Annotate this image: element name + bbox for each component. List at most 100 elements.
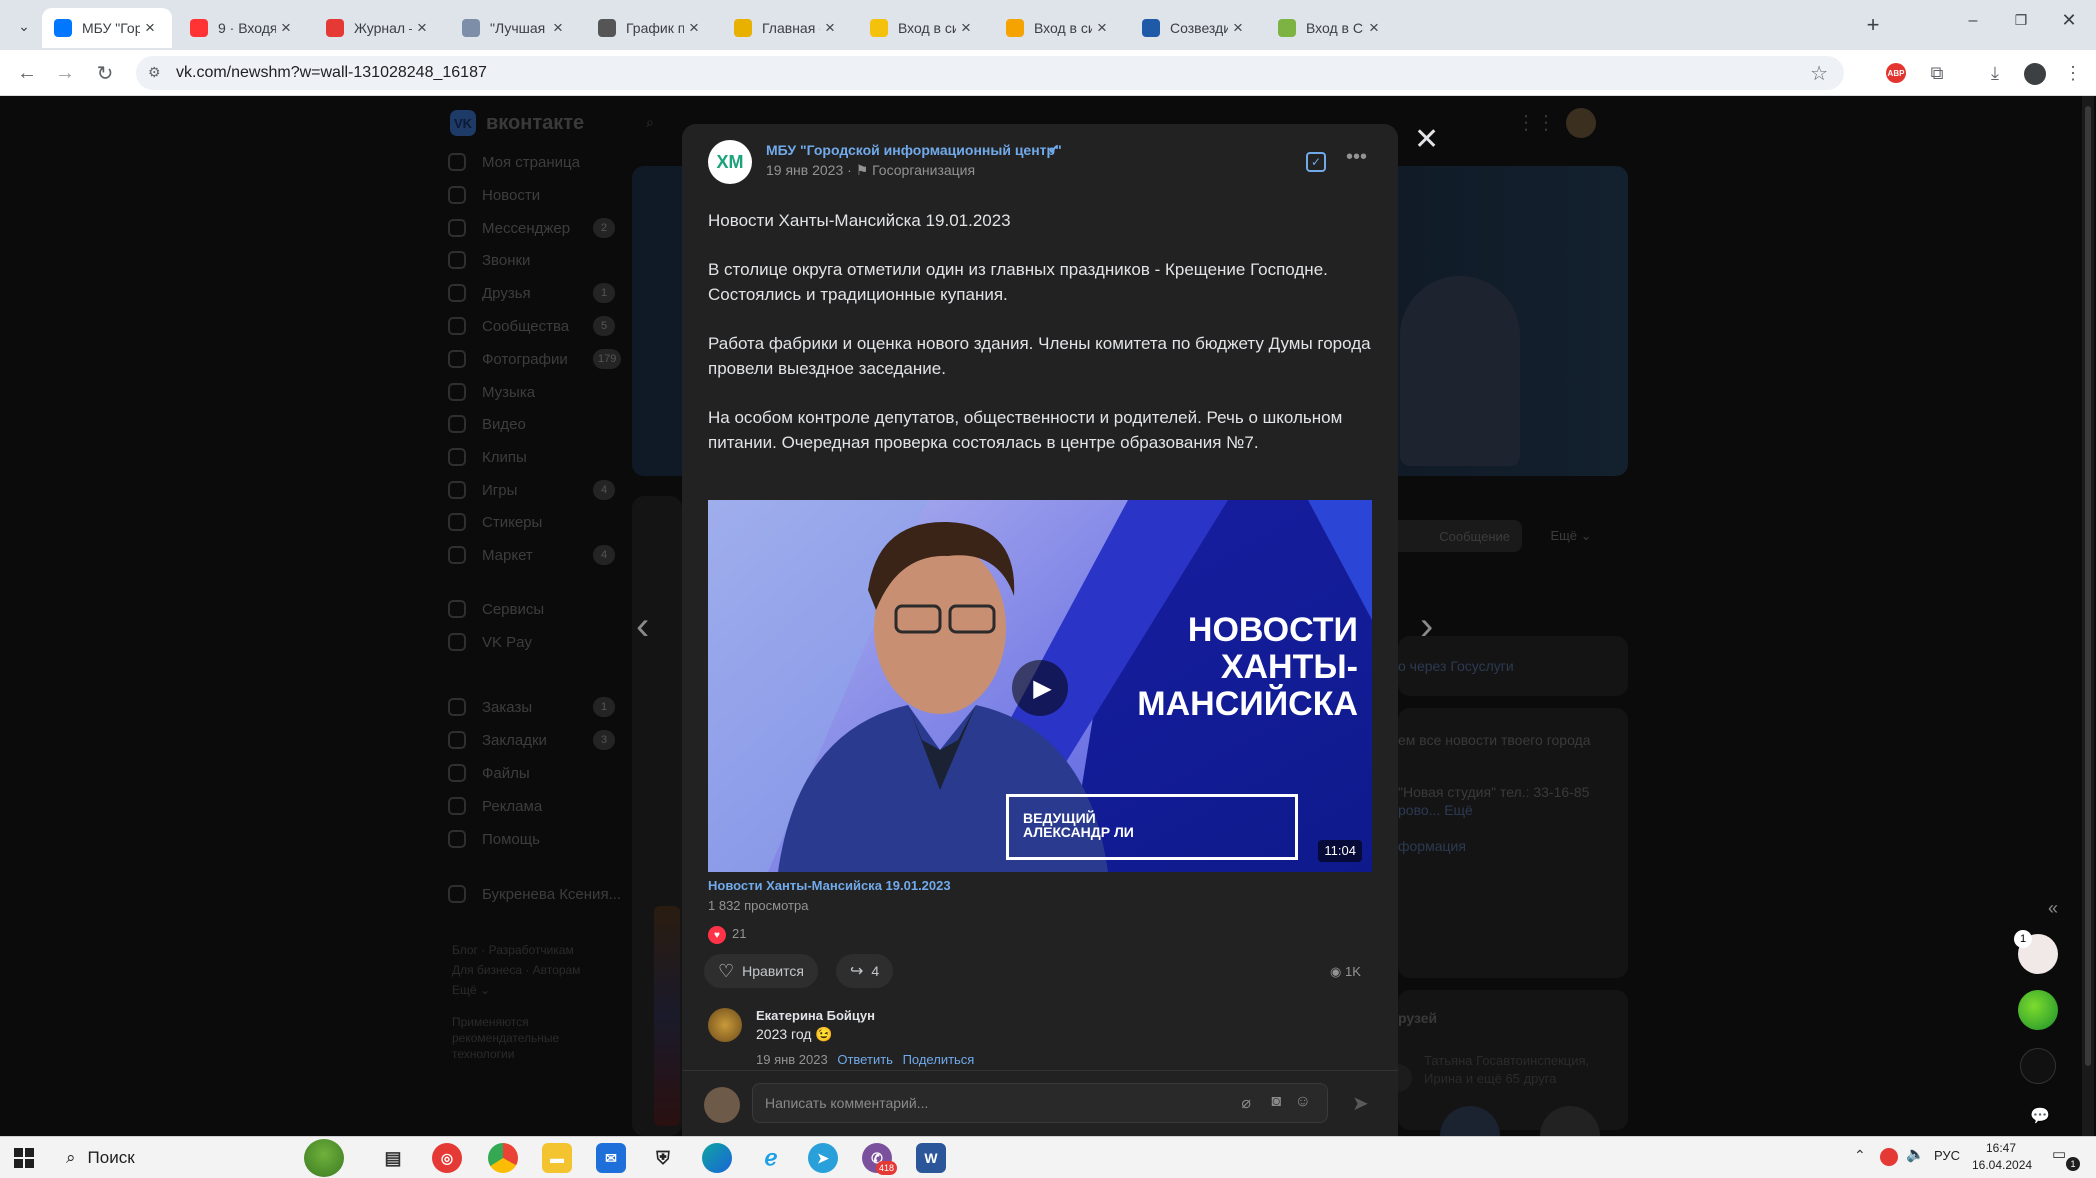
commenter-name[interactable]: Екатерина Бойцун [756, 1008, 875, 1023]
browser-tab[interactable]: 9 · Входящие — Я× [178, 8, 308, 48]
language-indicator[interactable]: РУС [1934, 1148, 1960, 1163]
send-icon[interactable]: ➤ [1352, 1091, 1369, 1116]
extensions-icon[interactable]: ⧉ [1922, 58, 1952, 88]
sidebar-item[interactable]: Помощь [448, 825, 648, 853]
comment-input[interactable]: Написать комментарий... ⌀ ◙ ☺ [752, 1083, 1328, 1123]
sidebar-item[interactable]: Друзья 1 [448, 279, 648, 307]
windows-start-icon[interactable] [14, 1148, 34, 1168]
taskbar-app-red-icon[interactable]: ◎ [432, 1143, 462, 1173]
sidebar-item[interactable]: Закладки 3 [448, 726, 648, 754]
browser-tab[interactable]: Созвездие Флаг× [1130, 8, 1260, 48]
sidebar-item[interactable]: Новости [448, 181, 648, 209]
camera-icon[interactable]: ◙ [1271, 1093, 1281, 1111]
sidebar-item[interactable]: Видео [448, 410, 648, 438]
tab-close-icon[interactable]: × [1364, 18, 1384, 38]
bg-message-button[interactable]: Сообщение [1392, 520, 1522, 552]
comment-share-link[interactable]: Поделиться [903, 1052, 975, 1067]
word-icon[interactable]: W [916, 1143, 946, 1173]
browser-tab[interactable]: Журнал — 10А —× [314, 8, 444, 48]
tab-close-icon[interactable]: × [684, 18, 704, 38]
tray-app-icon[interactable] [1880, 1148, 1898, 1166]
attach-icon[interactable]: ⌀ [1241, 1093, 1251, 1113]
browser-tab[interactable]: Вход в систему "× [858, 8, 988, 48]
rail-chat-avatar-2[interactable] [2018, 990, 2058, 1030]
footer-line-2[interactable]: Для бизнеса · Авторам [452, 960, 580, 980]
task-view-icon[interactable]: ▤ [378, 1143, 408, 1173]
my-avatar[interactable] [704, 1087, 740, 1123]
tab-close-icon[interactable]: × [956, 18, 976, 38]
author-name[interactable]: МБУ "Городской информационный центр" [766, 142, 1062, 158]
tab-close-icon[interactable]: × [1228, 18, 1248, 38]
address-bar[interactable]: ⚙ vk.com/newshm?w=wall-131028248_16187 ☆ [136, 56, 1844, 90]
vk-logo[interactable]: VK вконтакте [450, 110, 584, 136]
mail-icon[interactable]: ✉ [596, 1143, 626, 1173]
rail-chat-icon[interactable]: 💬 [2030, 1106, 2050, 1126]
close-modal-icon[interactable]: ✕ [1414, 122, 1439, 157]
new-tab-button[interactable]: + [1858, 10, 1888, 40]
file-explorer-icon[interactable]: ▬ [542, 1143, 572, 1173]
tab-close-icon[interactable]: × [412, 18, 432, 38]
volume-icon[interactable]: 🔈 [1906, 1145, 1925, 1163]
ie-icon[interactable]: ℯ [756, 1143, 786, 1173]
back-arrow-icon[interactable]: ← [12, 58, 42, 88]
video-thumbnail[interactable]: НОВОСТИ ХАНТЫ- МАНСИЙСКА ВЕДУЩИЙ АЛЕКСАН… [708, 500, 1372, 872]
chrome-icon[interactable] [488, 1143, 518, 1173]
sidebar-item[interactable]: Моя страница [448, 148, 648, 176]
tab-close-icon[interactable]: × [1092, 18, 1112, 38]
like-button[interactable]: ♡ Нравится [704, 954, 818, 988]
more-options-icon[interactable]: ••• [1346, 146, 1367, 169]
sidebar-item[interactable]: Звонки [448, 246, 648, 274]
browser-menu-icon[interactable]: ⋮ [2058, 58, 2088, 88]
tab-search-dropdown[interactable]: ⌄ [12, 14, 36, 38]
footer-line-3[interactable]: Ещё ⌄ [452, 980, 580, 1000]
tab-close-icon[interactable]: × [548, 18, 568, 38]
forward-arrow-icon[interactable]: → [50, 58, 80, 88]
tab-close-icon[interactable]: × [276, 18, 296, 38]
browser-tab[interactable]: Вход в Систему -× [1266, 8, 1396, 48]
play-button[interactable]: ▶ [1012, 660, 1068, 716]
rail-chat-avatar-3[interactable] [2020, 1048, 2056, 1084]
downloads-icon[interactable]: ⤓ [1980, 58, 2010, 88]
collapse-rail-icon[interactable]: « [2048, 898, 2058, 919]
restore-button[interactable]: ❐ [2006, 12, 2036, 36]
post-date[interactable]: 19 янв 2023 [766, 162, 843, 178]
share-button[interactable]: ↪ 4 [836, 954, 894, 988]
sidebar-item[interactable]: VK Pay [448, 628, 648, 656]
sidebar-item[interactable]: Сообщества 5 [448, 312, 648, 340]
site-info-icon[interactable]: ⚙ [148, 64, 166, 82]
sidebar-item[interactable]: Букренева Ксения... [448, 880, 648, 908]
profile-avatar-icon[interactable] [2024, 63, 2046, 85]
comment-reply-link[interactable]: Ответить [837, 1052, 893, 1067]
bookmark-check-icon[interactable]: ✓ [1306, 152, 1326, 172]
sidebar-item[interactable]: Реклама [448, 792, 648, 820]
edge-icon[interactable] [702, 1143, 732, 1173]
telegram-icon[interactable]: ➤ [808, 1143, 838, 1173]
minimize-button[interactable]: – [1958, 12, 1988, 36]
tab-close-icon[interactable]: × [140, 18, 160, 38]
bg-more-button[interactable]: Ещё ⌄ [1536, 520, 1606, 552]
sidebar-item[interactable]: Мессенджер 2 [448, 214, 648, 242]
vk-header-right-apps-icon[interactable]: ⋮⋮ [1516, 110, 1556, 135]
reaction-heart-icon[interactable]: ♥ [708, 926, 726, 944]
sidebar-item[interactable]: Заказы 1 [448, 693, 648, 721]
adblock-icon[interactable]: ABP [1886, 63, 1906, 83]
commenter-avatar[interactable] [708, 1008, 742, 1042]
vk-header-avatar[interactable] [1566, 108, 1596, 138]
emoji-icon[interactable]: ☺ [1295, 1093, 1311, 1111]
prev-post-arrow-icon[interactable]: ‹ [636, 604, 649, 649]
vk-search-icon[interactable]: ⌕ [646, 114, 654, 131]
sidebar-item[interactable]: Игры 4 [448, 476, 648, 504]
footer-line-1[interactable]: Блог · Разработчикам [452, 940, 580, 960]
author-avatar[interactable]: ХМ [708, 140, 752, 184]
sidebar-item[interactable]: Сервисы [448, 595, 648, 623]
sidebar-item[interactable]: Фотографии 179 [448, 345, 648, 373]
sidebar-item[interactable]: Клипы [448, 443, 648, 471]
sidebar-item[interactable]: Файлы [448, 759, 648, 787]
browser-tab[interactable]: График проведен× [586, 8, 716, 48]
browser-tab[interactable]: "Лучшая школьн× [450, 8, 580, 48]
reactions-count[interactable]: 21 [732, 926, 746, 941]
page-scrollbar[interactable] [2082, 96, 2094, 1136]
clock[interactable]: 16:47 16.04.2024 [1972, 1140, 2032, 1174]
tray-chevron-icon[interactable]: ⌃ [1854, 1147, 1866, 1164]
tab-close-icon[interactable]: × [820, 18, 840, 38]
